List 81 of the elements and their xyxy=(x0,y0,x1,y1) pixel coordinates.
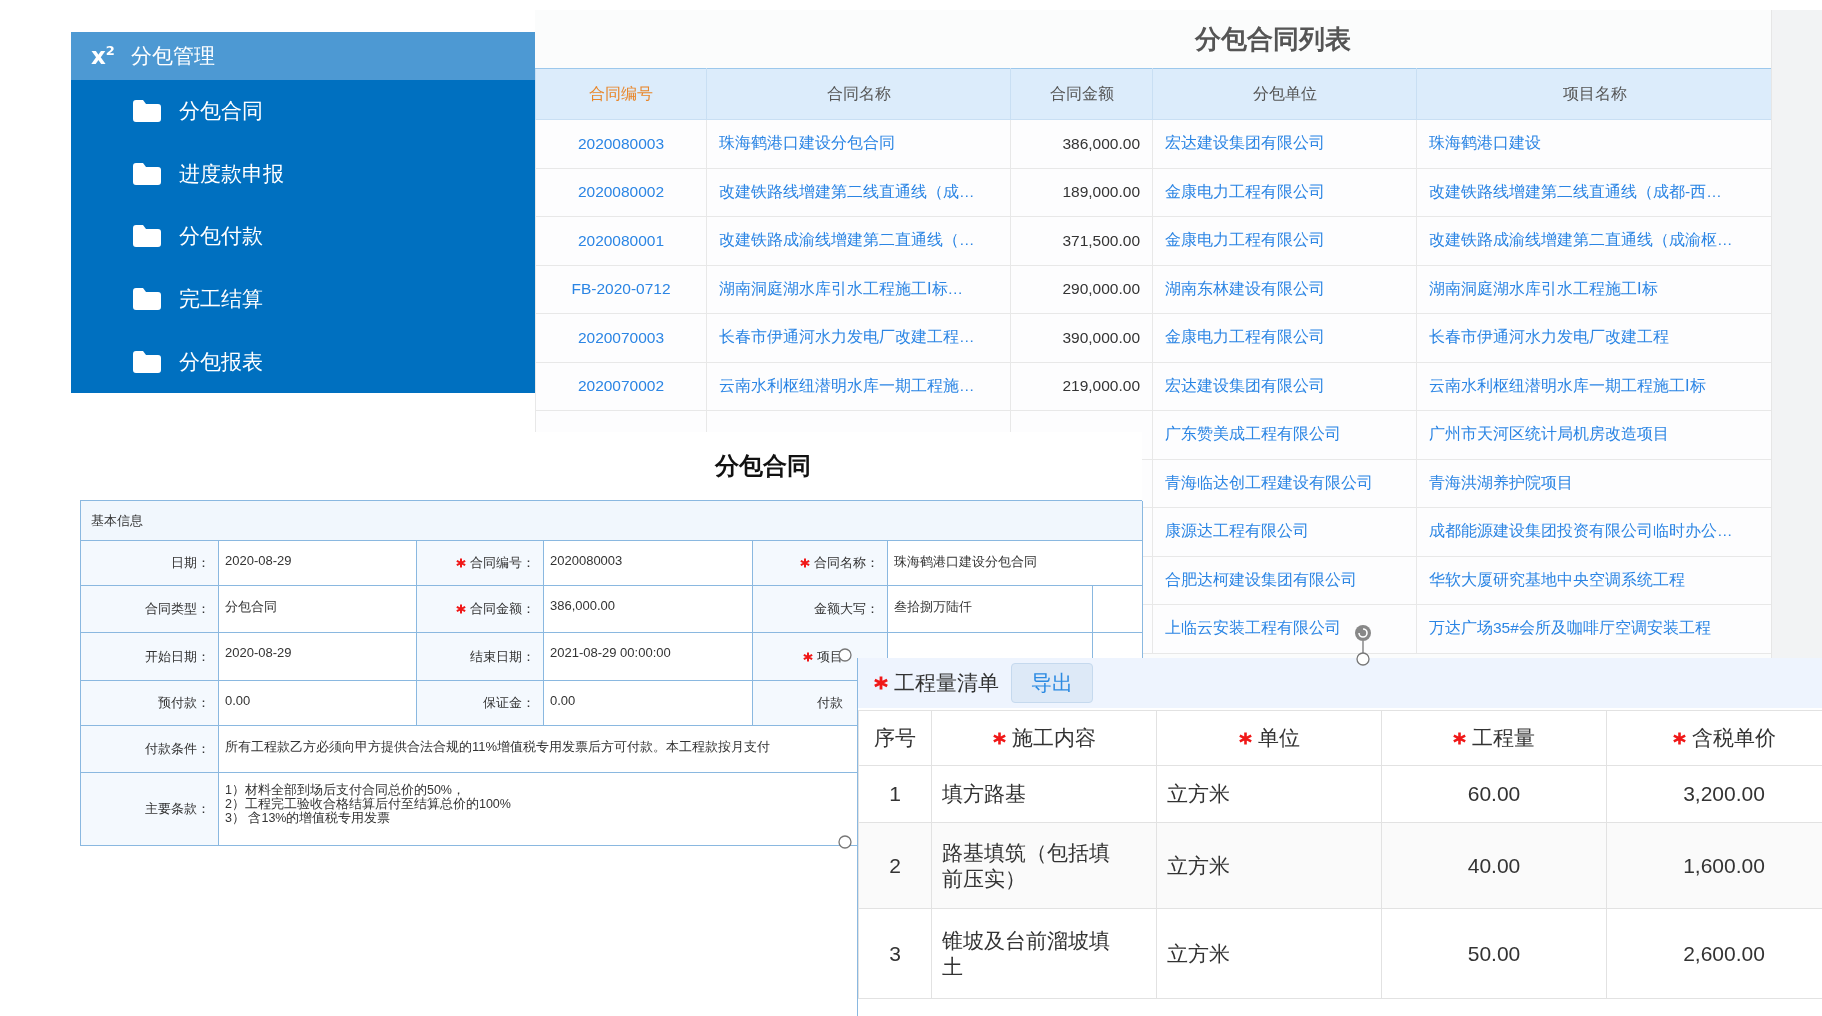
table-cell: 189,000.00 xyxy=(1010,168,1153,217)
table-cell: 50.00 xyxy=(1381,908,1607,999)
table-link[interactable]: 康源达工程有限公司 xyxy=(1165,522,1309,540)
form-value: 分包合同 xyxy=(225,599,277,614)
form-label: 金额大写： xyxy=(814,600,879,618)
form-title: 分包合同 xyxy=(713,451,812,481)
table-cell: 锥坡及台前溜坡填土 xyxy=(931,908,1157,999)
folder-icon xyxy=(133,100,161,123)
superscript-icon: x$^{2}$ xyxy=(91,43,115,69)
table-link[interactable]: 青海洪湖养护院项目 xyxy=(1429,473,1573,491)
form-value: 2020-08-29 xyxy=(225,553,292,568)
form-label: 日期： xyxy=(171,554,210,572)
form-label: 开始日期： xyxy=(145,647,210,666)
form-value: 3） 含13%的增值税专用发票 xyxy=(225,811,391,825)
sidebar-item[interactable]: 分包报表 xyxy=(71,330,535,393)
form-value: 2021-08-29 00:00:00 xyxy=(550,645,671,660)
column-header: 含税单价 xyxy=(1691,725,1776,751)
column-header: 施工内容 xyxy=(1011,725,1096,751)
column-header[interactable]: 分包单位 xyxy=(1152,68,1417,120)
form-value: 386,000.00 xyxy=(550,598,616,613)
column-header: 工程量 xyxy=(1472,725,1535,751)
table-cell: 立方米 xyxy=(1156,822,1382,909)
sidebar-item[interactable]: 分包合同 xyxy=(71,80,535,143)
column-header: 序号 xyxy=(874,725,916,751)
table-link[interactable]: 2020070003 xyxy=(577,328,665,346)
table-cell: 219,000.00 xyxy=(1010,362,1153,411)
table-cell: 立方米 xyxy=(1156,908,1382,999)
column-header[interactable]: 合同名称 xyxy=(706,68,1011,120)
section-header: 基本信息 xyxy=(81,501,1143,541)
table-cell: 2 xyxy=(858,822,932,909)
column-header[interactable]: 合同金额 xyxy=(1010,68,1153,120)
form-value: 2020-08-29 xyxy=(225,645,292,660)
table-title: 分包合同列表 xyxy=(1193,22,1352,56)
table-cell: 1,600.00 xyxy=(1606,822,1822,909)
table-cell: 386,000.00 xyxy=(1010,119,1153,168)
table-link[interactable]: 珠海鹤港口建设 xyxy=(1429,134,1541,152)
form-label: 合同名称： xyxy=(814,554,879,572)
table-cell: 路基填筑（包括填前压实） xyxy=(931,822,1157,909)
form-label: 合同类型： xyxy=(145,600,210,618)
section-title: 工程量清单 xyxy=(894,670,999,696)
table-link[interactable]: 2020070002 xyxy=(577,377,665,395)
folder-icon xyxy=(133,288,161,311)
column-header[interactable]: 合同编号 xyxy=(535,68,707,120)
form-label: 合同编号： xyxy=(470,554,535,572)
form-label: 主要条款： xyxy=(145,800,210,818)
sidebar-item[interactable]: 进度款申报 xyxy=(71,142,535,206)
folder-icon xyxy=(133,225,161,248)
table-link[interactable]: 2020080003 xyxy=(577,134,665,152)
table-cell: 填方路基 xyxy=(931,765,1157,823)
form-label: 付款条件： xyxy=(145,740,210,758)
folder-icon xyxy=(133,350,161,373)
form-label: 结束日期： xyxy=(470,647,535,666)
table-link[interactable]: 2020080001 xyxy=(577,231,665,249)
table-cell: 立方米 xyxy=(1156,765,1382,823)
form-label: 保证金： xyxy=(483,694,535,712)
column-header[interactable]: 项目名称 xyxy=(1416,68,1772,120)
form-value: 叁拾捌万陆仟 xyxy=(894,599,972,614)
folder-icon xyxy=(133,162,161,185)
sidebar-title: 分包管理 xyxy=(130,43,215,69)
form-value: 2）工程完工验收合格结算后付至结算总价的100% xyxy=(225,797,511,811)
sidebar-item[interactable]: 完工结算 xyxy=(71,267,535,331)
table-cell: 40.00 xyxy=(1381,822,1607,909)
form-value: 2020080003 xyxy=(550,553,623,568)
table-cell: 60.00 xyxy=(1381,765,1607,823)
form-value: 所有工程款乙方必须向甲方提供合法合规的11%增值税专用发票后方可付款。本工程款按月支付 xyxy=(225,739,771,754)
table-link[interactable]: 2020080002 xyxy=(577,183,665,201)
export-button[interactable]: 导出 xyxy=(1011,663,1093,703)
form-value: 珠海鹤港口建设分包合同 xyxy=(894,554,1037,569)
table-cell: 371,500.00 xyxy=(1010,216,1153,265)
table-cell: 1 xyxy=(858,765,932,823)
table-cell: 390,000.00 xyxy=(1010,313,1153,362)
column-header: 单位 xyxy=(1257,725,1300,751)
table-cell: 3 xyxy=(858,908,932,999)
form-value: 1）材料全部到场后支付合同总价的50%， xyxy=(225,783,465,797)
table-cell: 290,000.00 xyxy=(1010,265,1153,314)
form-value: 0.00 xyxy=(550,693,576,708)
form-value: 0.00 xyxy=(225,693,251,708)
form-label: 付款 xyxy=(817,694,843,712)
form-label: 合同金额： xyxy=(470,600,535,618)
form-label: 预付款： xyxy=(158,694,210,712)
sidebar-item[interactable]: 分包付款 xyxy=(71,205,535,268)
